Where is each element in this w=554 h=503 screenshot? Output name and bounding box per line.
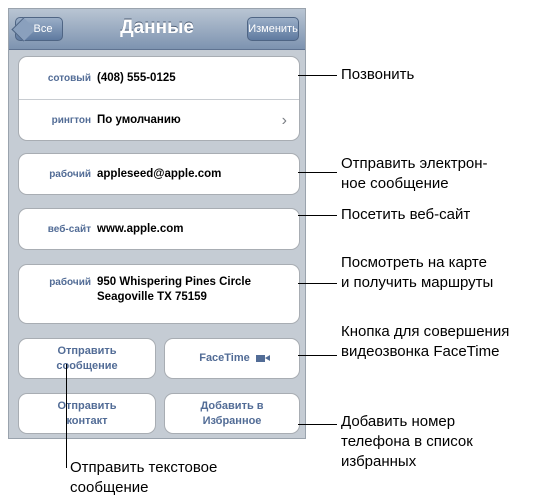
callout-text-message: Отправить текстовое сообщение: [70, 459, 218, 496]
callout-line-favorites: [298, 424, 337, 425]
contact-screen: Все Данные Изменить сотовый (408) 555-01…: [8, 8, 306, 439]
video-camera-icon: [255, 355, 270, 362]
send-message-button[interactable]: Отправить сообщение: [18, 338, 156, 379]
address-row[interactable]: рабочий 950 Whispering Pines Circle Seag…: [19, 275, 299, 313]
phone-label: сотовый: [47, 72, 91, 84]
callout-line-text-message: [66, 364, 67, 468]
website-value: www.apple.com: [97, 222, 184, 235]
callout-call: Позвонить: [341, 66, 415, 83]
email-group[interactable]: рабочий appleseed@apple.com: [18, 153, 300, 195]
callout-line-website: [298, 215, 337, 216]
navigation-bar: Все Данные Изменить: [9, 9, 305, 50]
add-favorites-button[interactable]: Добавить в Избранное: [164, 393, 300, 434]
facetime-button[interactable]: FaceTime: [164, 338, 300, 379]
chevron-right-icon: ›: [281, 111, 287, 129]
share-contact-label: Отправить контакт: [57, 399, 117, 427]
address-line1: 950 Whispering Pines Circle: [97, 276, 252, 288]
email-label: рабочий: [49, 168, 91, 180]
add-favorites-label: Добавить в Избранное: [200, 399, 264, 427]
edit-button[interactable]: Изменить: [247, 17, 299, 41]
address-group[interactable]: рабочий 950 Whispering Pines Circle Seag…: [18, 264, 300, 324]
website-label: веб-сайт: [47, 223, 91, 235]
callout-website: Посетить веб-сайт: [341, 206, 471, 223]
phone-value: (408) 555-0125: [97, 71, 176, 84]
share-contact-button[interactable]: Отправить контакт: [18, 393, 156, 434]
phone-row[interactable]: сотовый (408) 555-0125: [19, 57, 299, 99]
email-value: appleseed@apple.com: [97, 167, 222, 180]
callout-line-call: [298, 75, 337, 76]
phone-group: сотовый (408) 555-0125 рингтон По умолча…: [18, 56, 300, 141]
callout-line-facetime: [298, 355, 337, 356]
callout-favorites: Добавить номер телефона в список избранн…: [341, 413, 473, 470]
facetime-label: FaceTime: [199, 352, 250, 364]
callout-line-map: [298, 283, 337, 284]
ringtone-value: По умолчанию: [97, 114, 181, 126]
callout-facetime: Кнопка для совершения видеозвонка FaceTi…: [341, 323, 510, 360]
email-row[interactable]: рабочий appleseed@apple.com: [19, 154, 299, 194]
callout-line-email: [298, 172, 337, 173]
callout-map: Посмотреть на карте и получить маршруты: [341, 254, 494, 291]
ringtone-row[interactable]: рингтон По умолчанию ›: [19, 100, 299, 141]
address-value: 950 Whispering Pines Circle Seagoville T…: [97, 275, 251, 305]
website-row[interactable]: веб-сайт www.apple.com: [19, 209, 299, 249]
address-line2: Seagoville TX 75159: [97, 291, 207, 303]
ringtone-label: рингтон: [51, 115, 91, 126]
address-label: рабочий: [49, 277, 91, 288]
callout-email: Отправить электрон- ное сообщение: [341, 155, 488, 192]
website-group[interactable]: веб-сайт www.apple.com: [18, 208, 300, 250]
send-message-label: Отправить сообщение: [56, 344, 118, 372]
